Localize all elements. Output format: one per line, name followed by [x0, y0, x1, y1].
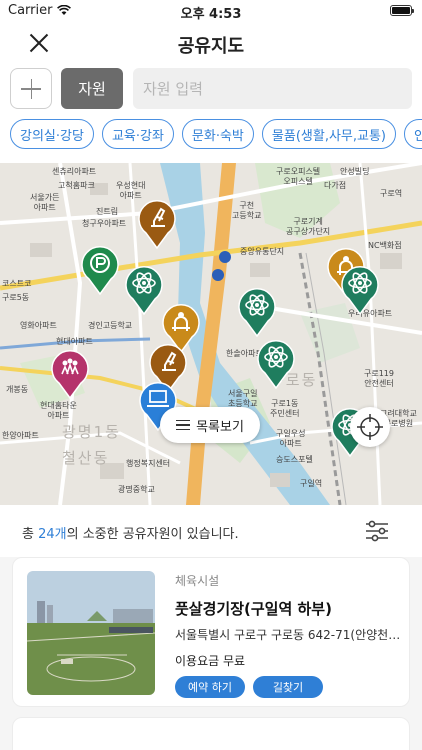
people-icon — [51, 350, 89, 399]
card-title: 풋살경기장(구일역 하부) — [175, 600, 332, 618]
map-label-gwangmyeong: 광명1동 — [62, 423, 121, 441]
map-label-27: 구일우성 아파트 — [276, 429, 306, 448]
current-location-button[interactable] — [350, 407, 390, 447]
page-title: 공유지도 — [177, 36, 245, 57]
status-bar: Carrier 오후 4:53 — [0, 0, 422, 22]
resource-card[interactable]: 체육시설 풋살경기장(구일역 하부) 서울특별시 구로구 구로동 642-71(… — [12, 557, 410, 707]
map-label-18: 경인고등학교 — [88, 321, 133, 330]
summary-prefix: 총 — [22, 527, 39, 542]
atom-icon — [125, 266, 163, 315]
map-label-11: 구로역 — [380, 189, 403, 198]
header: 공유지도 — [0, 22, 422, 64]
map-label-2: 고척홈파크 — [58, 181, 95, 190]
filter-icon — [366, 520, 388, 542]
atom-icon — [341, 266, 379, 315]
map-pin-coin[interactable] — [80, 243, 120, 295]
map-pin-atom-3[interactable] — [256, 337, 296, 389]
coin-icon — [81, 246, 119, 295]
chip-education[interactable]: 교육·강좌 — [101, 119, 174, 149]
battery-icon — [390, 5, 414, 16]
atom-icon — [238, 288, 276, 337]
chip-more[interactable]: 인 — [404, 119, 422, 149]
add-button[interactable] — [10, 68, 52, 109]
card-category: 체육시설 — [175, 574, 220, 588]
resource-thumbnail — [27, 571, 155, 695]
category-select-button[interactable]: 자원 — [61, 68, 123, 109]
map-pin-atom-4[interactable] — [340, 263, 380, 315]
map-pin-people-2[interactable] — [50, 347, 90, 399]
map-label-30: 행정복지센터 — [126, 459, 171, 468]
map-label-7: 구천 고등학교 — [232, 201, 262, 220]
map-pin-atom-1[interactable] — [124, 263, 164, 315]
map-label-14: 중앙유통단지 — [240, 247, 285, 256]
map-pin-atom-2[interactable] — [237, 285, 277, 337]
map-label-16: 구로5동 — [2, 293, 30, 302]
map-label-19: 현대아파트 — [56, 337, 93, 346]
map-label-25: 구로1동 주민센터 — [270, 399, 300, 418]
map-label-28: 한양아파트 — [2, 431, 39, 440]
search-input[interactable] — [133, 68, 412, 109]
category-chip-row: 강의실·강당 교육·강좌 문화·숙박 물품(생활,사무,교통) 인 — [10, 119, 422, 149]
chip-goods[interactable]: 물품(생활,사무,교통) — [261, 119, 396, 149]
map-label-15: 코스트코 — [2, 279, 32, 288]
map-label-9: 다가점 — [324, 181, 347, 190]
list-view-button[interactable]: 목록보기 — [160, 407, 260, 443]
reserve-button[interactable]: 예약 하기 — [175, 676, 245, 698]
battery-cap — [412, 9, 414, 13]
map-label-17: 영화아파트 — [20, 321, 57, 330]
map-pin-microscope[interactable] — [137, 197, 177, 249]
microscope-icon — [138, 200, 176, 249]
summary-suffix: 의 소중한 공유자원이 있습니다. — [66, 527, 239, 542]
card-fee: 이용요금 무료 — [175, 654, 246, 668]
card-address: 서울특별시 구로구 구로동 642-71(안양천변… — [175, 628, 407, 642]
map-label-cheolsan: 철산동 — [62, 449, 110, 467]
resource-card-next[interactable] — [12, 717, 410, 750]
map-label-24: 서울구일 초등학교 — [228, 389, 258, 408]
summary-count: 24개 — [38, 527, 67, 542]
route-button[interactable]: 길찾기 — [253, 676, 323, 698]
map-label-4: 진트림 — [96, 207, 119, 216]
map-label-21: 구로119 안전센터 — [364, 369, 394, 388]
map-label-12: NC백화점 — [368, 241, 402, 250]
map-view[interactable]: 구로동 광명1동 철산동 센츄리아파트 고척홈파크 서울가든 아파트 진트림 청… — [0, 163, 422, 505]
battery-fill — [392, 7, 410, 14]
status-time: 오후 4:53 — [180, 7, 242, 22]
map-label-31: 광명중학교 — [118, 485, 155, 494]
resource-list: 체육시설 풋살경기장(구일역 하부) 서울특별시 구로구 구로동 642-71(… — [0, 557, 422, 750]
map-label-13: 구로기계 공구상가단지 — [286, 217, 331, 236]
chip-lecture-hall[interactable]: 강의실·강당 — [10, 119, 94, 149]
chip-culture-lodging[interactable]: 문화·숙박 — [181, 119, 254, 149]
filter-button[interactable] — [364, 519, 390, 543]
map-label-1: 센츄리아파트 — [52, 167, 97, 176]
list-icon — [176, 419, 191, 431]
list-view-label: 목록보기 — [196, 419, 244, 435]
atom-icon — [257, 340, 295, 389]
map-label-10: 안성빌딩 — [340, 167, 370, 176]
map-label-5: 청구우아파트 — [82, 219, 127, 228]
map-label-33: 구일역 — [300, 479, 323, 488]
map-label-8: 구로오피스텔 오피스텔 — [276, 167, 321, 186]
summary-text: 총 24개의 소중한 공유자원이 있습니다. — [22, 523, 239, 542]
map-label-26: 현대홈타운 아파트 — [40, 401, 77, 420]
map-label-32: 승도스포텔 — [276, 455, 313, 464]
summary-bar: 총 24개의 소중한 공유자원이 있습니다. — [0, 505, 422, 557]
crosshair-icon — [357, 414, 383, 440]
search-row: 자원 — [0, 68, 422, 110]
map-label-3: 서울가든 아파트 — [30, 193, 60, 212]
map-label-23: 개봉동 — [6, 385, 29, 394]
